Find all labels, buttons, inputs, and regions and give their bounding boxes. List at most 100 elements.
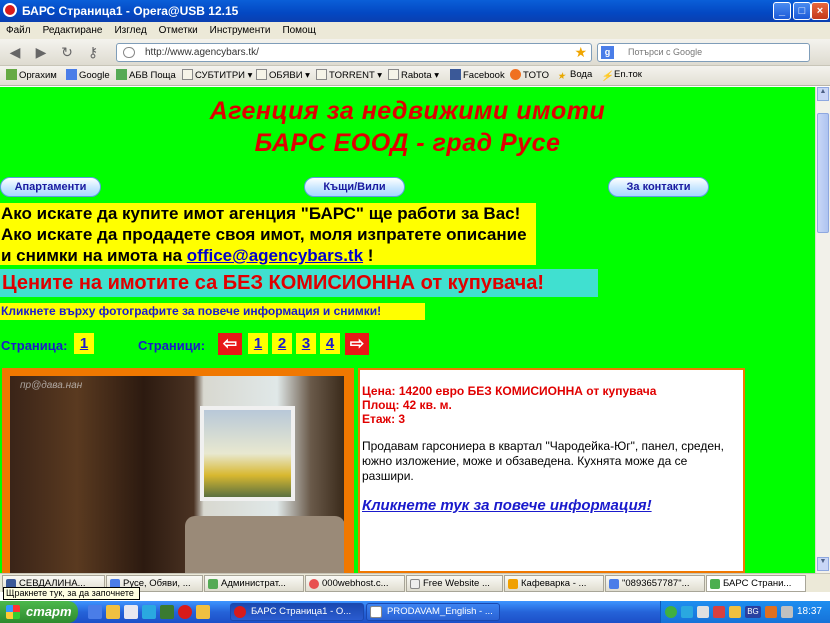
opera-icon [234, 606, 246, 618]
bookmarks-bar: Оргахим Google АБВ Поща СУБТИТРИ ▾ ОБЯВИ… [0, 66, 830, 86]
google-icon [66, 69, 77, 80]
tab-admin[interactable]: Администрат... [204, 575, 304, 592]
photo-window [200, 406, 295, 501]
listing-description: Продавам гарсониера в квартал "Чародейка… [362, 439, 724, 483]
window-titlebar[interactable]: БАРС Страница1 - Opera@USB 12.15 _ □ × [0, 0, 830, 22]
tab-kafevarka[interactable]: Кафеварка - ... [504, 575, 604, 592]
menu-tools[interactable]: Инструменти [204, 22, 277, 36]
bookmark-folder-ads[interactable]: ОБЯВИ ▾ [256, 69, 310, 81]
menu-help[interactable]: Помощ [276, 22, 321, 36]
tray-app-icon[interactable] [765, 606, 777, 618]
quicklaunch-ie-icon[interactable] [88, 605, 102, 619]
tray-language-icon[interactable]: BG [745, 606, 761, 618]
nav-houses-button[interactable]: Къщи/Вили [304, 177, 405, 197]
start-label: старт [26, 604, 72, 619]
bookmark-entok[interactable]: ⚡En.ток [601, 69, 642, 82]
tab-free-website[interactable]: Free Website ... [406, 575, 503, 592]
scroll-up-icon[interactable]: ▲ [817, 87, 829, 101]
tray-update-icon[interactable] [665, 606, 677, 618]
listing-photo-frame[interactable]: пр@дава.нан [2, 368, 354, 573]
email-link[interactable]: office@agencybars.tk [187, 246, 363, 265]
next-arrow-icon[interactable]: ⇨ [345, 333, 369, 355]
window-title: БАРС Страница1 - Opera@USB 12.15 [22, 4, 239, 18]
scroll-thumb[interactable] [817, 113, 829, 233]
tray-skype-icon[interactable] [681, 606, 693, 618]
listing-photo[interactable]: пр@дава.нан [10, 376, 344, 573]
taskbar-window-bars[interactable]: БАРС Страница1 - О... [230, 603, 364, 621]
search-placeholder[interactable]: Потърси с Google [628, 47, 702, 57]
address-bar[interactable]: http://www.agencybars.tk/ ★ [116, 43, 592, 62]
star-icon[interactable]: ★ [574, 44, 587, 61]
quicklaunch-skype-icon[interactable] [142, 605, 156, 619]
menu-view[interactable]: Изглед [108, 22, 152, 36]
click-hint: Кликнете върху фотографите за повече инф… [0, 303, 425, 320]
menu-file[interactable]: Файл [0, 22, 37, 36]
listing-floor: Етаж: 3 [362, 412, 406, 426]
menu-edit[interactable]: Редактиране [37, 22, 109, 36]
bookmark-toto[interactable]: TOTO [510, 69, 549, 81]
maximize-button[interactable]: □ [793, 2, 811, 20]
quicklaunch-folder-icon[interactable] [106, 605, 120, 619]
home-icon [208, 579, 218, 589]
quicklaunch-explorer-icon[interactable] [196, 605, 210, 619]
search-field[interactable]: g Потърси с Google [597, 43, 810, 62]
nav-contacts-button[interactable]: За контакти [608, 177, 709, 197]
tab-phone-search[interactable]: "0893657787"... [605, 575, 705, 592]
bookmark-orgahim[interactable]: Оргахим [6, 69, 57, 81]
page-link-3[interactable]: 3 [296, 333, 316, 354]
tab-label: "0893657787"... [622, 578, 690, 589]
google-icon[interactable]: g [601, 46, 614, 59]
tab-bars-active[interactable]: БАРС Страни... [706, 575, 806, 592]
back-icon[interactable]: ◀ [6, 43, 24, 61]
key-icon[interactable]: ⚷ [84, 43, 102, 61]
menu-bar: Файл Редактиране Изглед Отметки Инструменти П… [0, 22, 830, 39]
tab-000webhost[interactable]: 000webhost.c... [305, 575, 405, 592]
tray-volume-icon[interactable] [781, 606, 793, 618]
intro-line2: Ако искате да продадете своя имот, моля … [1, 225, 527, 244]
photo-watermark: пр@дава.нан [20, 380, 83, 391]
menu-bookmarks[interactable]: Отметки [153, 22, 204, 36]
quicklaunch-app-icon[interactable] [160, 605, 174, 619]
page-link-2[interactable]: 2 [272, 333, 292, 354]
prev-arrow-icon[interactable]: ⇦ [218, 333, 242, 355]
star-icon: ★ [557, 71, 566, 82]
forward-icon[interactable]: ▶ [32, 43, 50, 61]
tray-antivirus-icon[interactable] [713, 606, 725, 618]
photo-couch [185, 516, 344, 573]
page-heading-line1: Агенция за недвижими имоти [209, 97, 606, 125]
bookmark-google[interactable]: Google [66, 69, 110, 81]
page-label: Страница: [1, 338, 68, 353]
folder-icon [182, 69, 193, 80]
bookmark-folder-rabota[interactable]: Rabota ▾ [388, 69, 439, 81]
bookmark-voda[interactable]: ★ Вода [557, 69, 592, 82]
vertical-scrollbar[interactable]: ▲ ▼ [815, 87, 830, 573]
tab-label: Администрат... [221, 578, 286, 589]
bookmark-folder-subtitles[interactable]: СУБТИТРИ ▾ [182, 69, 252, 81]
bookmark-abv[interactable]: АБВ Поща [116, 69, 176, 81]
scroll-down-icon[interactable]: ▼ [817, 557, 829, 571]
quicklaunch-opera-icon[interactable] [178, 605, 192, 619]
bookmark-facebook[interactable]: Facebook [450, 69, 505, 81]
reload-icon[interactable]: ↻ [58, 43, 76, 61]
tray-clock[interactable]: 18:37 [797, 606, 822, 617]
tray-network-icon[interactable] [697, 606, 709, 618]
page-link-1[interactable]: 1 [248, 333, 268, 354]
nav-apartments-button[interactable]: Апартаменти [0, 177, 101, 197]
address-url[interactable]: http://www.agencybars.tk/ [145, 47, 259, 58]
site-icon [508, 579, 518, 589]
bookmark-folder-torrent[interactable]: TORRENT ▾ [316, 69, 382, 81]
folder-icon [388, 69, 399, 80]
minimize-button[interactable]: _ [773, 2, 791, 20]
start-tooltip: Щракнете тук, за да започнете [3, 587, 140, 600]
tray-security-icon[interactable] [729, 606, 741, 618]
google-icon [609, 579, 619, 589]
taskbar-window-prodavam[interactable]: PRODAVAM_English - ... [366, 603, 500, 621]
close-button[interactable]: × [811, 2, 829, 20]
home-icon [116, 69, 127, 80]
start-button[interactable]: старт [0, 601, 78, 623]
listing-more-link[interactable]: Кликнете тук за повече информация! [362, 497, 743, 514]
page-link-4[interactable]: 4 [320, 333, 340, 354]
quicklaunch-desktop-icon[interactable] [124, 605, 138, 619]
pages-label: Страници: [138, 338, 206, 353]
intro-line1: Ако искате да купите имот агенция "БАРС"… [1, 204, 521, 223]
